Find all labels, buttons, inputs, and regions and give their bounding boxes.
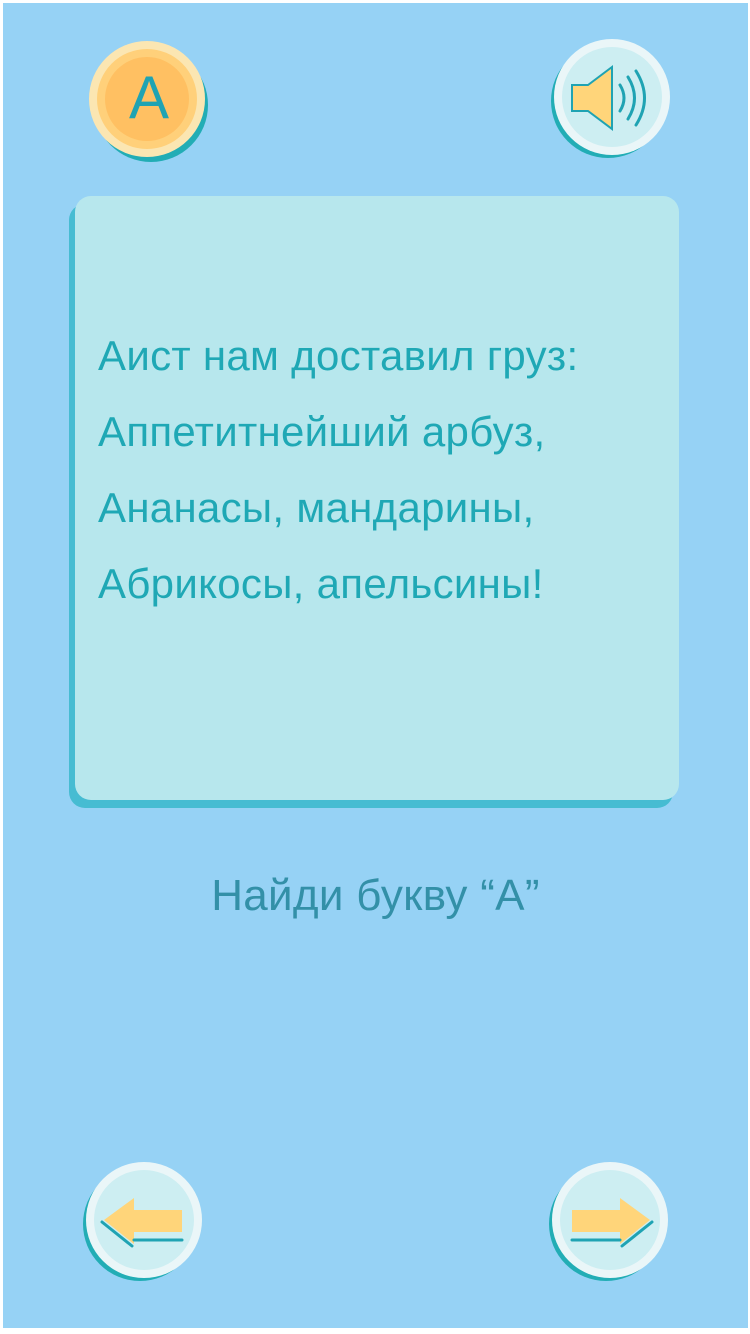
- letter-label: А: [128, 64, 170, 131]
- poem-line: Аппетитнейший арбуз,: [98, 408, 546, 455]
- sound-button[interactable]: [550, 37, 670, 158]
- next-button[interactable]: [548, 1160, 668, 1281]
- previous-button[interactable]: [82, 1160, 202, 1281]
- letter-button[interactable]: А: [87, 39, 208, 162]
- poem-line: Абрикосы, апельсины!: [98, 560, 544, 607]
- poem-line: Аист нам доставил груз:: [98, 332, 579, 379]
- poem-line: Ананасы, мандарины,: [98, 484, 535, 531]
- instruction-text: Найди букву “А”: [211, 871, 540, 920]
- poem: Аист нам доставил груз: Аппетитнейший ар…: [98, 318, 688, 622]
- arrow-right-icon: [549, 1162, 668, 1281]
- speaker-icon: [551, 39, 670, 158]
- app-screen: А Аист нам доставил груз: Аппетитнейший …: [3, 3, 748, 1328]
- poem-card: Аист нам доставил груз: Аппетитнейший ар…: [75, 196, 679, 800]
- arrow-left-icon: [83, 1162, 202, 1281]
